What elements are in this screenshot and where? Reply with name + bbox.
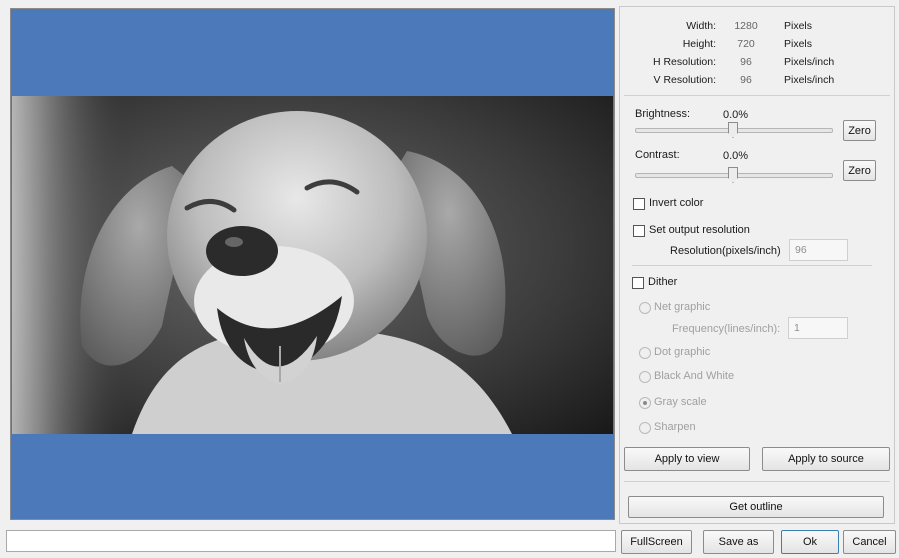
- divider: [624, 481, 890, 482]
- gray-scale-radio[interactable]: [639, 397, 651, 409]
- resolution-input[interactable]: 96: [789, 239, 848, 261]
- info-row-width: Width: 1280 Pixels: [620, 18, 896, 34]
- invert-color-label: Invert color: [649, 197, 704, 209]
- dither-checkbox[interactable]: [632, 277, 644, 289]
- invert-color-checkbox[interactable]: [633, 198, 645, 210]
- info-unit: Pixels/inch: [784, 56, 835, 68]
- frequency-input[interactable]: 1: [788, 317, 848, 339]
- brightness-zero-button[interactable]: Zero: [843, 120, 876, 141]
- dog-photo: [12, 96, 613, 434]
- dot-graphic-label: Dot graphic: [654, 346, 711, 358]
- brightness-value: 0.0%: [723, 109, 749, 121]
- output-resolution-label: Set output resolution: [649, 224, 750, 236]
- brightness-label: Brightness:: [635, 108, 691, 120]
- frequency-label: Frequency(lines/inch):: [672, 323, 781, 335]
- info-row-v-resolution: V Resolution: 96 Pixels/inch: [620, 72, 896, 88]
- apply-to-source-button[interactable]: Apply to source: [762, 447, 890, 471]
- info-row-h-resolution: H Resolution: 96 Pixels/inch: [620, 54, 896, 70]
- contrast-slider-thumb[interactable]: [728, 167, 738, 183]
- info-value: 96: [740, 56, 752, 68]
- dot-graphic-radio[interactable]: [639, 347, 651, 359]
- info-value: 96: [740, 74, 752, 86]
- image-preview[interactable]: [10, 8, 615, 520]
- ok-button[interactable]: Ok: [781, 530, 839, 554]
- net-graphic-label: Net graphic: [654, 301, 711, 313]
- get-outline-button[interactable]: Get outline: [628, 496, 884, 518]
- black-and-white-radio[interactable]: [639, 371, 651, 383]
- info-label: Height:: [682, 38, 716, 50]
- sharpen-radio[interactable]: [639, 422, 651, 434]
- info-row-height: Height: 720 Pixels: [620, 36, 896, 52]
- info-unit: Pixels: [784, 20, 813, 32]
- info-value: 720: [737, 38, 755, 50]
- resolution-field-label: Resolution(pixels/inch): [670, 245, 781, 257]
- cancel-button[interactable]: Cancel: [843, 530, 896, 554]
- info-value: 1280: [734, 20, 758, 32]
- brightness-slider-thumb[interactable]: [728, 122, 738, 138]
- divider: [632, 265, 872, 266]
- fullscreen-button[interactable]: FullScreen: [621, 530, 692, 554]
- apply-to-view-button[interactable]: Apply to view: [624, 447, 750, 471]
- settings-panel: Width: 1280 Pixels Height: 720 Pixels H …: [619, 6, 895, 524]
- info-label: V Resolution:: [653, 74, 716, 86]
- black-and-white-label: Black And White: [654, 370, 735, 382]
- output-resolution-checkbox[interactable]: [633, 225, 645, 237]
- status-bar-field: [6, 530, 616, 552]
- divider: [624, 95, 890, 96]
- contrast-label: Contrast:: [635, 149, 680, 161]
- info-unit: Pixels/inch: [784, 74, 835, 86]
- contrast-zero-button[interactable]: Zero: [843, 160, 876, 181]
- info-unit: Pixels: [784, 38, 813, 50]
- dog-photo-graphic: [12, 96, 613, 434]
- net-graphic-radio[interactable]: [639, 302, 651, 314]
- info-label: Width:: [686, 20, 716, 32]
- contrast-value: 0.0%: [723, 150, 749, 162]
- dither-label: Dither: [648, 276, 678, 288]
- gray-scale-label: Gray scale: [654, 396, 707, 408]
- save-as-button[interactable]: Save as: [703, 530, 774, 554]
- info-label: H Resolution:: [652, 56, 716, 68]
- sharpen-label: Sharpen: [654, 421, 696, 433]
